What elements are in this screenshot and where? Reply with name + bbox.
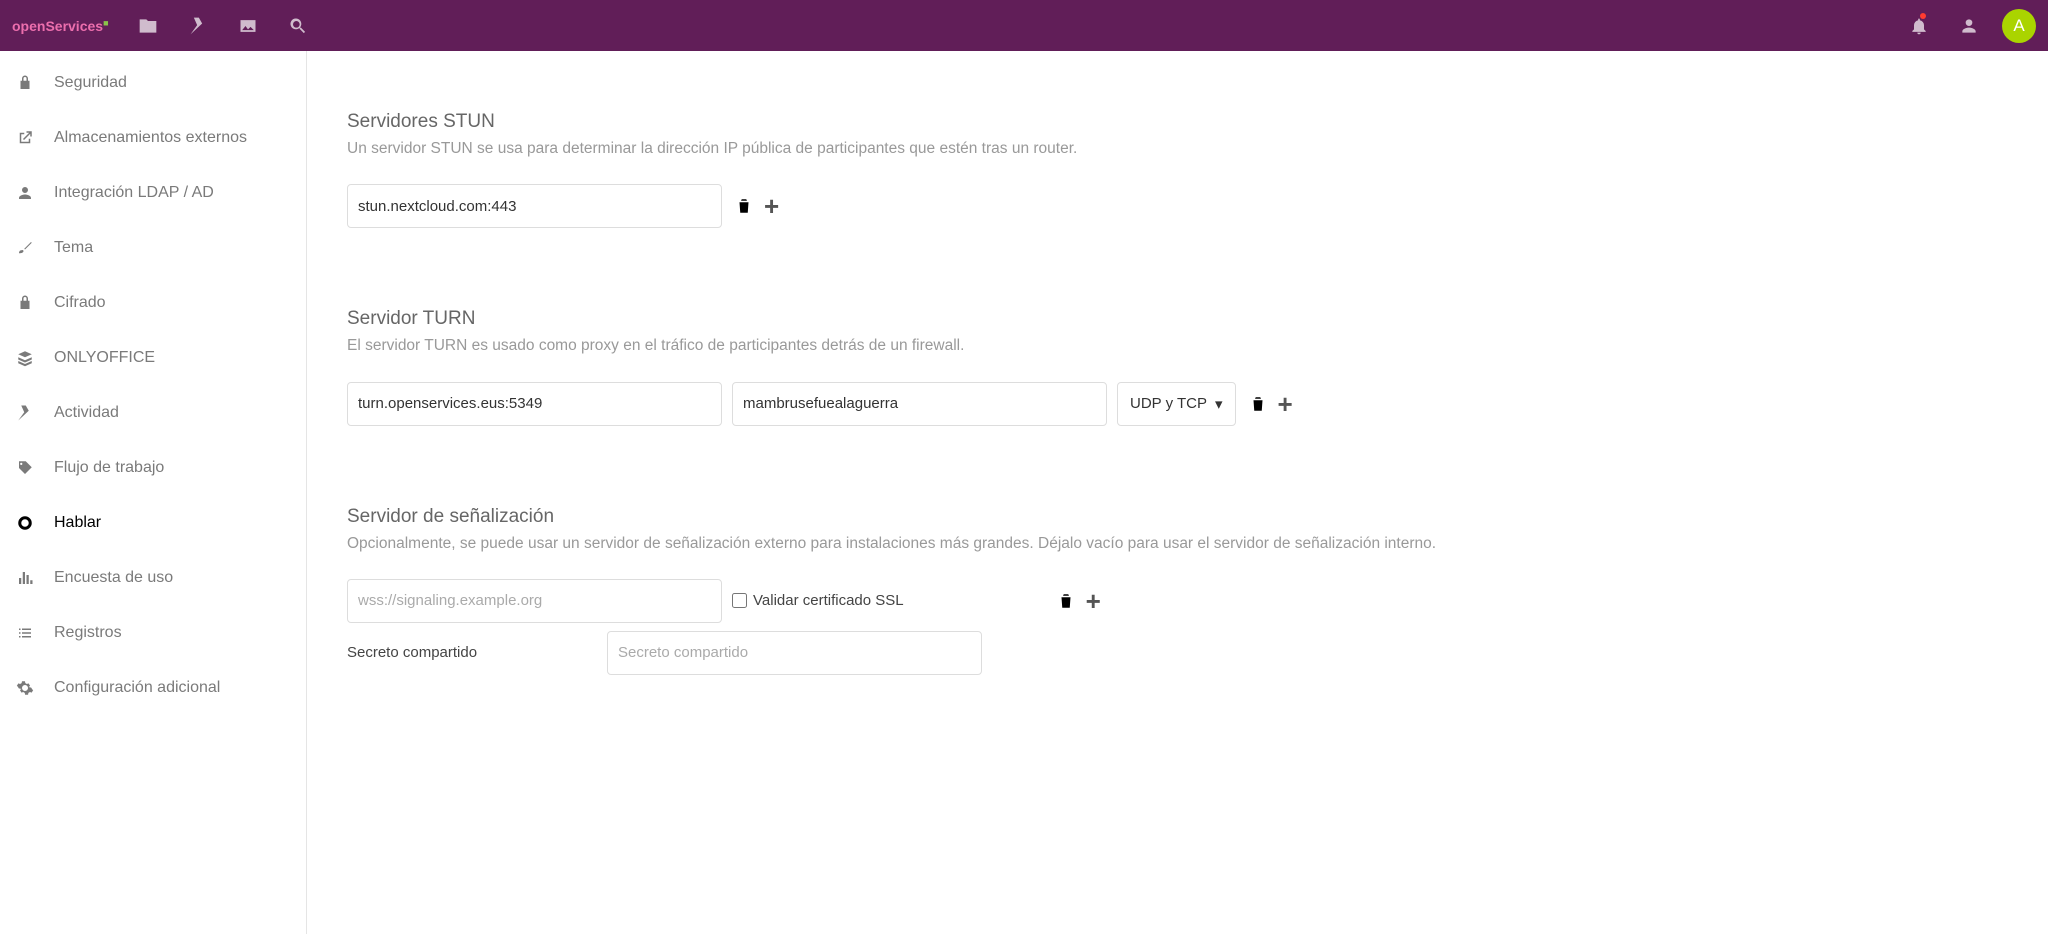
files-icon[interactable]: [123, 1, 173, 51]
lock-icon: [14, 74, 36, 92]
user-icon: [14, 184, 36, 202]
sidebar-item-label: Actividad: [54, 404, 119, 422]
stun-title: Servidores STUN: [347, 111, 1567, 133]
stun-server-input[interactable]: [347, 184, 722, 228]
chart-icon: [14, 569, 36, 587]
sidebar-item-registros[interactable]: Registros: [0, 605, 306, 660]
turn-protocol-select[interactable]: UDP y TCP ▾: [1117, 382, 1236, 426]
brand-logo[interactable]: openServices■: [12, 18, 109, 34]
sidebar-item-flujo[interactable]: Flujo de trabajo: [0, 440, 306, 495]
bolt-icon: [14, 404, 36, 422]
delete-icon[interactable]: [1246, 392, 1270, 416]
sidebar: Seguridad Almacenamientos externos Integ…: [0, 51, 307, 934]
add-icon[interactable]: +: [764, 193, 779, 219]
sidebar-item-actividad[interactable]: Actividad: [0, 385, 306, 440]
turn-desc: El servidor TURN es usado como proxy en …: [347, 334, 1567, 357]
sidebar-item-almacenamientos[interactable]: Almacenamientos externos: [0, 110, 306, 165]
signaling-title: Servidor de señalización: [347, 506, 1567, 528]
turn-secret-input[interactable]: [732, 382, 1107, 426]
list-icon: [14, 624, 36, 642]
talk-icon: [14, 514, 36, 532]
sidebar-item-tema[interactable]: Tema: [0, 220, 306, 275]
sidebar-item-configuracion[interactable]: Configuración adicional: [0, 660, 306, 715]
turn-protocol-label: UDP y TCP: [1130, 395, 1207, 412]
sidebar-item-label: Flujo de trabajo: [54, 459, 164, 477]
delete-icon[interactable]: [1054, 589, 1078, 613]
add-icon[interactable]: +: [1086, 588, 1101, 614]
sidebar-item-label: Cifrado: [54, 294, 106, 312]
ssl-checkbox-wrap[interactable]: Validar certificado SSL: [732, 592, 904, 609]
gallery-icon[interactable]: [223, 1, 273, 51]
sidebar-item-hablar[interactable]: Hablar: [0, 495, 306, 550]
sidebar-item-encuesta[interactable]: Encuesta de uso: [0, 550, 306, 605]
sidebar-item-seguridad[interactable]: Seguridad: [0, 55, 306, 110]
sidebar-item-label: Tema: [54, 239, 93, 257]
sidebar-item-label: Integración LDAP / AD: [54, 184, 214, 202]
sidebar-item-label: Seguridad: [54, 74, 127, 92]
sidebar-item-label: Configuración adicional: [54, 679, 220, 697]
notification-dot: [1920, 13, 1926, 19]
lock-icon: [14, 294, 36, 312]
gear-icon: [14, 679, 36, 697]
avatar-letter: A: [2013, 16, 2024, 36]
signaling-server-input[interactable]: [347, 579, 722, 623]
shared-secret-label: Secreto compartido: [347, 644, 597, 661]
sidebar-item-label: Almacenamientos externos: [54, 129, 247, 147]
sidebar-item-cifrado[interactable]: Cifrado: [0, 275, 306, 330]
sidebar-item-onlyoffice[interactable]: ONLYOFFICE: [0, 330, 306, 385]
ssl-label: Validar certificado SSL: [753, 592, 904, 609]
stun-section: Servidores STUN Un servidor STUN se usa …: [347, 111, 1567, 228]
external-icon: [14, 129, 36, 147]
sidebar-item-ldap[interactable]: Integración LDAP / AD: [0, 165, 306, 220]
layers-icon: [14, 349, 36, 367]
turn-server-input[interactable]: [347, 382, 722, 426]
delete-icon[interactable]: [732, 194, 756, 218]
sidebar-item-label: ONLYOFFICE: [54, 349, 155, 367]
topbar: openServices■ A: [0, 0, 2048, 51]
tag-icon: [14, 459, 36, 477]
turn-title: Servidor TURN: [347, 308, 1567, 330]
turn-section: Servidor TURN El servidor TURN es usado …: [347, 308, 1567, 425]
add-icon[interactable]: +: [1278, 391, 1293, 417]
signaling-desc: Opcionalmente, se puede usar un servidor…: [347, 532, 1567, 555]
sidebar-item-label: Registros: [54, 624, 122, 642]
sidebar-item-label: Hablar: [54, 514, 101, 532]
main-content: Servidores STUN Un servidor STUN se usa …: [307, 51, 1567, 934]
brush-icon: [14, 239, 36, 257]
ssl-checkbox[interactable]: [732, 593, 747, 608]
stun-desc: Un servidor STUN se usa para determinar …: [347, 137, 1567, 160]
avatar[interactable]: A: [2002, 9, 2036, 43]
notifications-icon[interactable]: [1894, 1, 1944, 51]
activity-icon[interactable]: [173, 1, 223, 51]
chevron-down-icon: ▾: [1215, 395, 1223, 413]
shared-secret-input[interactable]: [607, 631, 982, 675]
search-icon[interactable]: [273, 1, 323, 51]
signaling-section: Servidor de señalización Opcionalmente, …: [347, 506, 1567, 675]
sidebar-item-label: Encuesta de uso: [54, 569, 173, 587]
contacts-icon[interactable]: [1944, 1, 1994, 51]
